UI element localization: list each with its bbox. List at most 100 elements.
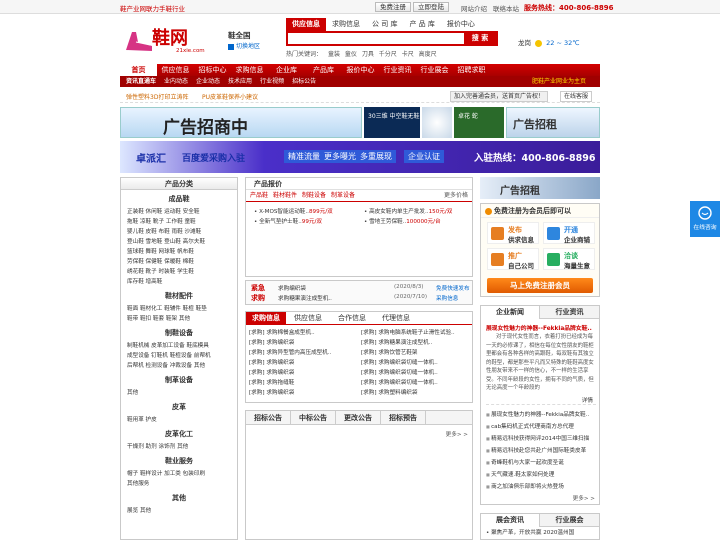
- bid-tab[interactable]: 更改公告: [336, 411, 381, 425]
- buy-item[interactable]: [求购] 求购编织袋切缝一体机..: [361, 378, 473, 388]
- trade-tab-supply[interactable]: 供应信息: [286, 312, 330, 325]
- category-heading[interactable]: 其他: [121, 493, 237, 503]
- price-tab[interactable]: 制鞋设备: [302, 192, 326, 199]
- news-tab-company[interactable]: 企业新闻: [481, 306, 540, 319]
- buy-item[interactable]: [求购] 求购拖缝鞋: [249, 378, 361, 388]
- expo-tab-shows[interactable]: 行业展会: [540, 514, 599, 527]
- category-link-row[interactable]: 鞋用革 护皮: [121, 415, 237, 425]
- category-heading[interactable]: 皮革: [121, 402, 237, 412]
- set-homepage-link[interactable]: 肥鞋产业网业为主页: [532, 76, 586, 87]
- member-feature[interactable]: 开通 企业商铺: [543, 222, 595, 244]
- nav-companies[interactable]: 企业库: [268, 64, 305, 76]
- news-item[interactable]: ■ 展现女性魅力的神器--Fekkia品牌女鞋..: [486, 409, 598, 421]
- nav-news[interactable]: 行业资讯: [379, 64, 416, 76]
- price-item[interactable]: • 高皮女鞋内单生产批发..150元/双: [364, 207, 472, 217]
- search-tab-company[interactable]: 公 司 库: [366, 18, 403, 31]
- news-more-link[interactable]: 更多> >: [573, 494, 595, 502]
- news-item[interactable]: ■ cab集码机正式代理商南方总代理: [486, 421, 598, 433]
- category-link-row[interactable]: 帽子 鞋样设计 加工类 包装印刷: [121, 469, 237, 479]
- trade-tab-buy[interactable]: 求购信息: [246, 312, 286, 325]
- urgent-item[interactable]: 求购编织袋: [278, 284, 306, 292]
- post-buy-link-2[interactable]: 采购信息: [436, 294, 458, 302]
- category-link-row[interactable]: 成型设备 钉鞋机 鞋楦设备 前帮机: [121, 351, 237, 361]
- notice-item[interactable]: PU皮革鞋保养小建议: [202, 92, 258, 101]
- search-button[interactable]: 搜 索: [464, 33, 496, 44]
- category-link-row[interactable]: 正装鞋 休闲鞋 运动鞋 安全鞋: [121, 207, 237, 217]
- nav-jobs[interactable]: 招聘求职: [453, 64, 490, 76]
- category-link-row[interactable]: 拖鞋 凉鞋 靴子 工作鞋 童鞋: [121, 217, 237, 227]
- subnav-news-express[interactable]: 资讯直通车: [126, 78, 156, 85]
- category-heading[interactable]: 鞋业服务: [121, 456, 237, 466]
- nav-buy[interactable]: 求购信息: [231, 64, 268, 76]
- buy-item[interactable]: [求购] 求购编织袋: [249, 358, 361, 368]
- category-heading[interactable]: 制革设备: [121, 375, 237, 385]
- login-button[interactable]: 立即登陆: [413, 2, 449, 12]
- news-tab-industry[interactable]: 行业资讯: [540, 306, 599, 319]
- nav-bidding[interactable]: 招标中心: [194, 64, 231, 76]
- news-item[interactable]: ■ 天气藏速.鞋太家如何处理: [486, 469, 598, 481]
- buy-item[interactable]: [求购] 求购电脑系统鞋子止滑性试验..: [361, 328, 473, 338]
- buy-item[interactable]: [求购] 求购编织袋: [249, 338, 361, 348]
- news-detail-link[interactable]: 详情: [582, 396, 593, 404]
- bid-tab[interactable]: 中标公告: [291, 411, 336, 425]
- logo[interactable]: 鞋网 21xie.com: [120, 24, 220, 58]
- notice-item[interactable]: 弹性塑料3D打印立涛阵: [126, 92, 188, 101]
- news-item[interactable]: ■ 精易远科技赴您共赴广州国际鞋类皮革: [486, 445, 598, 457]
- hot-keyword[interactable]: 刀具: [362, 51, 374, 58]
- price-item[interactable]: • 雪地王劳保鞋..100000元/台: [364, 217, 472, 227]
- category-link-row[interactable]: 绣花鞋 靴子 时装鞋 学生鞋: [121, 267, 237, 277]
- buy-item[interactable]: [求购] 求购饮管艺鞋架: [361, 348, 473, 358]
- switch-region-link[interactable]: 切换地区: [228, 41, 260, 50]
- search-tab-supply[interactable]: 供应信息: [286, 18, 326, 31]
- member-feature[interactable]: 推广 自己公司: [487, 248, 539, 270]
- online-consult-widget[interactable]: 在线咨询: [690, 201, 720, 237]
- subnav-tech[interactable]: 技术应用: [228, 78, 252, 85]
- news-item[interactable]: ■ 商之加油俱乐部即将火热登场: [486, 481, 598, 493]
- search-tab-product[interactable]: 产 品 库: [403, 18, 440, 31]
- category-link-row[interactable]: 篮球鞋 舞鞋 网球鞋 帆布鞋: [121, 247, 237, 257]
- ad-banner-recruit[interactable]: 广告招商中: [120, 107, 362, 138]
- register-member-button[interactable]: 马上免费注册会员: [487, 278, 593, 293]
- hot-keyword[interactable]: 卡尺: [402, 51, 414, 58]
- category-link-row[interactable]: 劳保鞋 保健鞋 保暖鞋 棉鞋: [121, 257, 237, 267]
- ad-aicaigou-banner[interactable]: 卓派汇 百度爱采购入驻 精准流量 更多曝光 多重展现 企业认证 入驻热线：400…: [120, 141, 600, 173]
- post-buy-link[interactable]: 免费快速发布: [436, 284, 470, 292]
- category-link-row[interactable]: 库存鞋 增高鞋: [121, 277, 237, 287]
- category-link-row[interactable]: 鞋带 鞋扣 鞋套 鞋架 其他: [121, 314, 237, 324]
- category-link-row[interactable]: 其他服务: [121, 479, 237, 489]
- buy-item[interactable]: [求购] 求购编织袋切缝一体机..: [361, 368, 473, 378]
- subnav-industry[interactable]: 业内动态: [164, 78, 188, 85]
- category-heading[interactable]: 皮革化工: [121, 429, 237, 439]
- ad-flower-box[interactable]: [422, 107, 452, 138]
- nav-prices[interactable]: 报价中心: [342, 64, 379, 76]
- buy-item[interactable]: [求购] 求购棉餐盒成型机..: [249, 328, 361, 338]
- category-heading[interactable]: 成品鞋: [121, 194, 237, 204]
- price-tab[interactable]: 制革设备: [331, 192, 355, 199]
- category-link-row[interactable]: 干燥剂 助剂 涂饰剂 其他: [121, 442, 237, 452]
- category-link-row[interactable]: 其他: [121, 388, 237, 398]
- subnav-video[interactable]: 行业视频: [260, 78, 284, 85]
- buy-item[interactable]: [求购] 求购塑料编织袋: [361, 388, 473, 398]
- contact-link[interactable]: 联络本站: [493, 3, 519, 13]
- subnav-company[interactable]: 企业动态: [196, 78, 220, 85]
- nav-expo[interactable]: 行业展会: [416, 64, 453, 76]
- hot-keyword[interactable]: 高度尺: [419, 51, 437, 58]
- trade-tab-coop[interactable]: 合作信息: [330, 312, 374, 325]
- price-item[interactable]: • 全新气垫护士鞋..99元/双: [254, 217, 364, 227]
- nav-home[interactable]: 首页: [120, 64, 157, 76]
- search-tab-price[interactable]: 报价中心: [441, 18, 481, 31]
- online-service-button[interactable]: 在线客服: [560, 91, 593, 102]
- category-heading[interactable]: 鞋材配件: [121, 291, 237, 301]
- right-ad-rent[interactable]: 广告招租: [480, 177, 600, 199]
- hot-keyword[interactable]: 童仪: [345, 51, 357, 58]
- news-item[interactable]: ■ 精易远科技获得网评2014中国三维扫描: [486, 433, 598, 445]
- search-tab-buy[interactable]: 求购信息: [326, 18, 366, 31]
- buy-item[interactable]: [求购] 求购编织袋: [249, 368, 361, 378]
- search-input[interactable]: [288, 33, 464, 44]
- category-link-row[interactable]: 制鞋机械 皮革加工设备 鞋底模具: [121, 341, 237, 351]
- category-link-row[interactable]: 后帮机 检测设备 冲裁设备 其他: [121, 361, 237, 371]
- ad-banner-rent[interactable]: 广告招租: [506, 107, 600, 138]
- urgent-item[interactable]: 求购糖果演注成型机..: [278, 294, 332, 302]
- about-link[interactable]: 网站介绍: [461, 3, 487, 13]
- member-feature[interactable]: 发布 供求信息: [487, 222, 539, 244]
